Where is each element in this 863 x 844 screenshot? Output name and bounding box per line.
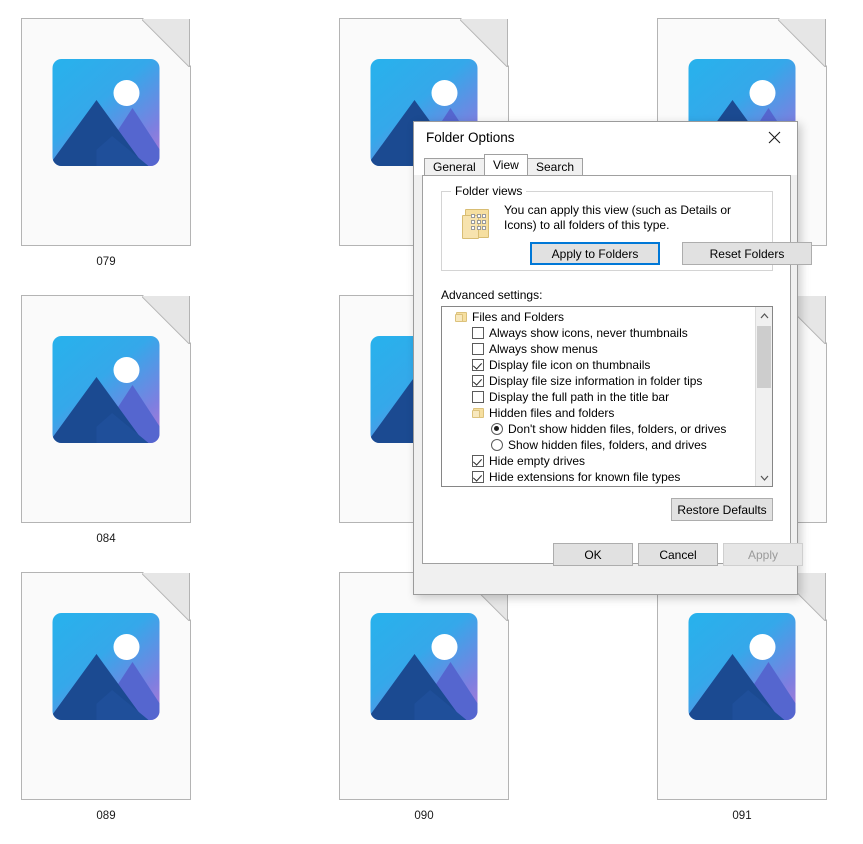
file-item-label: 091 [732,810,752,822]
folder-views-description: You can apply this view (such as Details… [504,203,732,232]
dialog-body: Folder views You can apply this view (su… [422,175,812,564]
picture-file-icon [657,572,827,800]
apply-button[interactable]: Apply [723,543,803,566]
checkbox-icon[interactable] [472,359,484,371]
reset-folders-button[interactable]: Reset Folders [682,242,812,265]
settings-checkbox[interactable]: Hide folder merge conflicts [442,485,756,486]
dialog-tab-strip: General View Search [414,153,797,175]
folder-views-legend: Folder views [451,184,527,198]
folder-icon [455,312,467,322]
checkbox-icon[interactable] [472,375,484,387]
advanced-settings-listbox[interactable]: Files and Folders Always show icons, neve… [441,306,773,487]
radio-icon[interactable] [491,439,503,451]
apply-to-folders-button[interactable]: Apply to Folders [530,242,660,265]
picture-file-icon [339,572,509,800]
checkbox-icon[interactable] [472,391,484,403]
file-item[interactable]: 089 [0,572,212,823]
picture-glyph [52,613,160,720]
tab-general[interactable]: General [424,158,485,175]
settings-item-label: Display file icon on thumbnails [489,358,651,372]
dialog-title: Folder Options [426,130,515,145]
file-item-label: 084 [96,533,116,545]
tab-search[interactable]: Search [527,158,584,175]
dialog-footer: OK Cancel Apply [414,543,803,594]
checkbox-icon[interactable] [472,455,484,467]
radio-icon[interactable] [491,423,503,435]
advanced-settings-label: Advanced settings: [441,288,543,302]
file-item[interactable]: 084 [0,295,212,546]
settings-item-label: Hide folder merge conflicts [489,485,631,486]
folder-views-icon [462,209,496,241]
file-item-label: 079 [96,256,116,268]
settings-item-label: Display file size information in folder … [489,374,703,388]
settings-item-label: Show hidden files, folders, and drives [508,438,707,452]
settings-checkbox[interactable]: Always show menus [442,341,756,357]
file-item[interactable]: 090 [318,572,530,823]
settings-item-label: Don't show hidden files, folders, or dri… [508,422,727,436]
settings-item-label: Hide empty drives [489,454,586,468]
file-item-label: 089 [96,810,116,822]
settings-item-label: Always show menus [489,342,598,356]
ok-button[interactable]: OK [553,543,633,566]
picture-file-icon [21,295,191,523]
dialog-title-bar[interactable]: Folder Options [414,122,797,153]
settings-item-label: Hidden files and folders [489,406,615,420]
folder-icon [472,408,484,418]
settings-item-label: Files and Folders [472,310,565,324]
scrollbar-thumb[interactable] [757,326,771,388]
picture-glyph [52,59,160,166]
picture-file-icon [21,18,191,246]
settings-radio[interactable]: Show hidden files, folders, and drives [442,437,756,453]
folder-options-dialog: Folder Options General View Search Folder … [413,121,812,595]
advanced-settings-scrollbar[interactable] [755,307,772,486]
file-item-label: 090 [414,810,434,822]
file-item[interactable]: 091 [636,572,848,823]
picture-file-icon [21,572,191,800]
picture-glyph [370,613,478,720]
cancel-button[interactable]: Cancel [638,543,718,566]
settings-checkbox[interactable]: Hide extensions for known file types [442,469,756,485]
settings-checkbox[interactable]: Display the full path in the title bar [442,389,756,405]
chevron-up-icon[interactable] [756,307,772,324]
picture-glyph [52,336,160,443]
checkbox-icon[interactable] [472,343,484,355]
restore-defaults-button[interactable]: Restore Defaults [671,498,773,521]
picture-glyph [688,613,796,720]
settings-subgroup-header[interactable]: Hidden files and folders [442,405,756,421]
file-item[interactable]: 079 [0,18,212,269]
settings-radio[interactable]: Don't show hidden files, folders, or dri… [442,421,756,437]
checkbox-icon[interactable] [472,471,484,483]
settings-checkbox[interactable]: Display file size information in folder … [442,373,756,389]
settings-group-header[interactable]: Files and Folders [442,309,756,325]
close-icon[interactable] [752,122,797,152]
checkbox-icon[interactable] [472,327,484,339]
settings-item-label: Always show icons, never thumbnails [489,326,688,340]
settings-checkbox[interactable]: Display file icon on thumbnails [442,357,756,373]
settings-checkbox[interactable]: Always show icons, never thumbnails [442,325,756,341]
settings-checkbox[interactable]: Hide empty drives [442,453,756,469]
tab-view[interactable]: View [484,154,528,175]
settings-item-label: Hide extensions for known file types [489,470,681,484]
chevron-down-icon[interactable] [756,469,772,486]
folder-views-group: Folder views You can apply this view (su… [441,184,812,271]
settings-item-label: Display the full path in the title bar [489,390,670,404]
